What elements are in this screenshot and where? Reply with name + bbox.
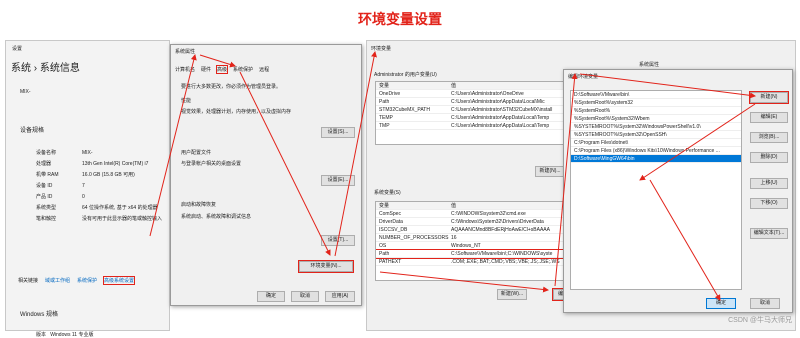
arrow-3: [239, 71, 331, 256]
arrow-8: [639, 103, 756, 181]
arrow-1: [149, 54, 197, 237]
arrow-2: [199, 54, 236, 68]
arrow-6: [554, 73, 578, 287]
win-row-value: Windows 11 专业版: [50, 332, 94, 338]
win-row-label: 版本: [36, 332, 47, 338]
arrow-5: [379, 271, 549, 293]
arrow-7: [579, 73, 756, 99]
arrow-9: [649, 179, 721, 301]
annotation-arrows: [149, 51, 756, 301]
arrow-4: [334, 51, 377, 257]
